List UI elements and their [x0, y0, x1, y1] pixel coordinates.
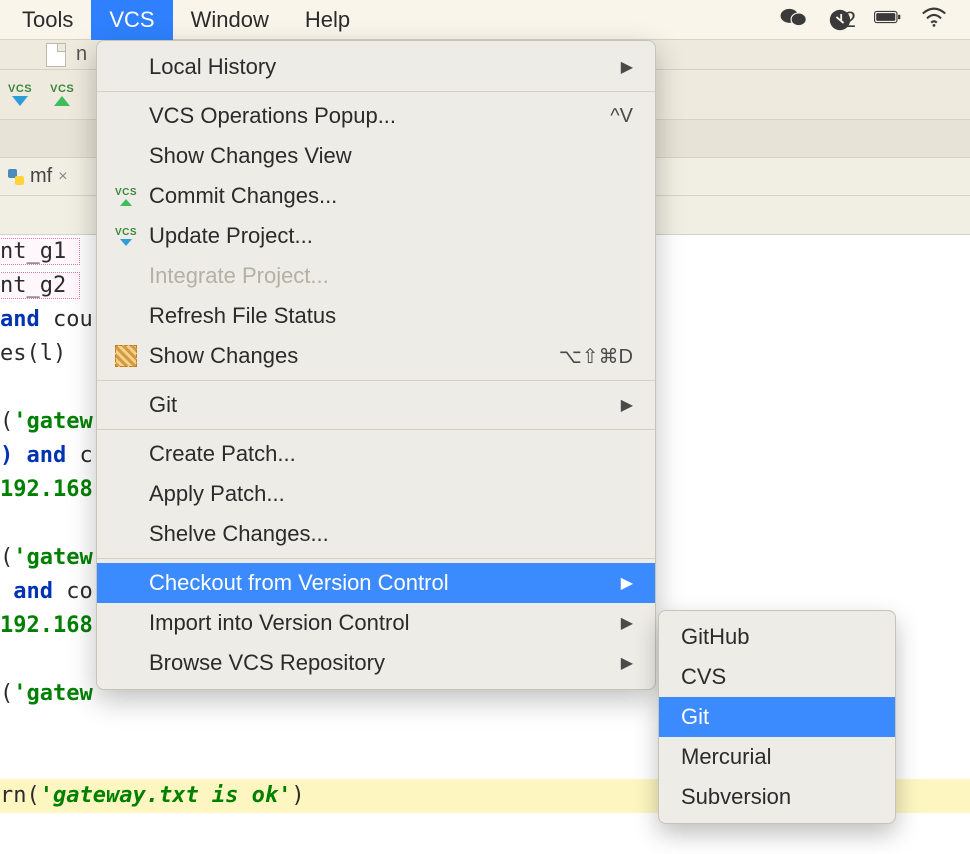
vcs-update-icon: VCS: [113, 223, 139, 249]
close-icon[interactable]: ×: [58, 168, 67, 186]
vcs-commit-icon: VCS: [113, 183, 139, 209]
menu-show-changes[interactable]: Show Changes⌥⇧⌘D: [97, 336, 655, 376]
diff-icon: [113, 343, 139, 369]
menu-refresh-file-status[interactable]: Refresh File Status: [97, 296, 655, 336]
wifi-icon: [920, 5, 948, 35]
python-file-icon: [8, 169, 24, 185]
menu-help[interactable]: Help: [287, 0, 368, 40]
menu-shelve-changes[interactable]: Shelve Changes...: [97, 514, 655, 554]
vcs-dropdown: Local History▶ VCS Operations Popup...^V…: [96, 40, 656, 690]
submenu-mercurial[interactable]: Mercurial: [659, 737, 895, 777]
menu-vcs-operations-popup[interactable]: VCS Operations Popup...^V: [97, 96, 655, 136]
menu-checkout-from-vcs[interactable]: Checkout from Version Control▶: [97, 563, 655, 603]
menu-separator: [97, 558, 655, 559]
menu-separator: [97, 91, 655, 92]
menu-local-history[interactable]: Local History▶: [97, 47, 655, 87]
menu-integrate-project: Integrate Project...: [97, 256, 655, 296]
menu-separator: [97, 380, 655, 381]
menu-browse-vcs-repository[interactable]: Browse VCS Repository▶: [97, 643, 655, 683]
file-name-fragment: n: [76, 43, 87, 66]
menu-separator: [97, 429, 655, 430]
battery-icon: [874, 5, 902, 35]
file-icon: [46, 43, 66, 67]
menu-commit-changes[interactable]: VCS Commit Changes...: [97, 176, 655, 216]
submenu-github[interactable]: GitHub: [659, 617, 895, 657]
submenu-cvs[interactable]: CVS: [659, 657, 895, 697]
menu-window[interactable]: Window: [173, 0, 287, 40]
tab-label: mf: [30, 165, 52, 188]
menu-update-project[interactable]: VCS Update Project...: [97, 216, 655, 256]
notification-icon: 2: [826, 7, 856, 33]
checkout-submenu: GitHub CVS Git Mercurial Subversion: [658, 610, 896, 824]
vcs-update-icon[interactable]: VCS: [8, 84, 32, 106]
wechat-icon: [780, 5, 808, 35]
submenu-subversion[interactable]: Subversion: [659, 777, 895, 817]
submenu-git[interactable]: Git: [659, 697, 895, 737]
vcs-commit-icon[interactable]: VCS: [50, 84, 74, 106]
menu-vcs[interactable]: VCS: [91, 0, 172, 40]
editor-tab-mf[interactable]: mf ×: [2, 165, 74, 188]
menubar: Tools VCS Window Help 2: [0, 0, 970, 40]
menu-show-changes-view[interactable]: Show Changes View: [97, 136, 655, 176]
menu-git[interactable]: Git▶: [97, 385, 655, 425]
macos-status-icons: 2: [780, 5, 966, 35]
menu-create-patch[interactable]: Create Patch...: [97, 434, 655, 474]
menu-tools[interactable]: Tools: [4, 0, 91, 40]
menu-import-into-vcs[interactable]: Import into Version Control▶: [97, 603, 655, 643]
menu-apply-patch[interactable]: Apply Patch...: [97, 474, 655, 514]
